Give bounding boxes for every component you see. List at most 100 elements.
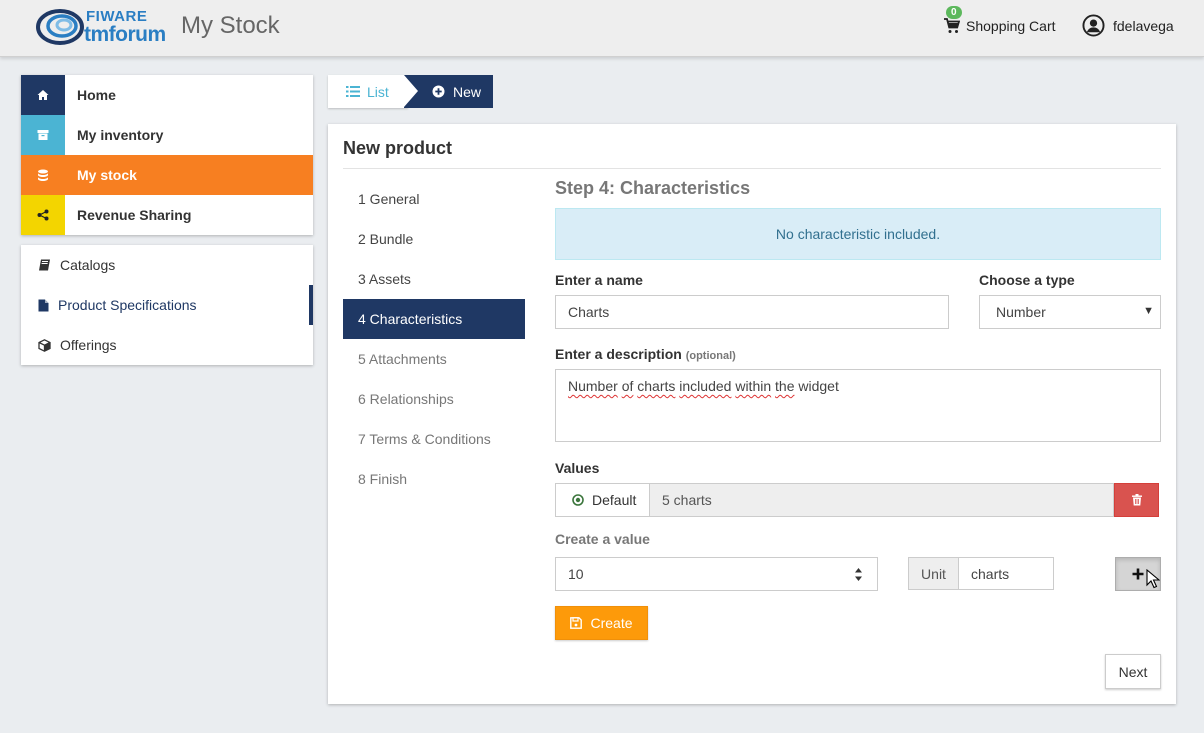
step-assets[interactable]: 3 Assets: [343, 259, 525, 299]
breadcrumb-list-label: List: [367, 83, 389, 100]
name-input-value: Charts: [568, 304, 610, 320]
desc-word: within: [735, 378, 772, 394]
step-characteristics[interactable]: 4 Characteristics: [343, 299, 525, 339]
step-finish[interactable]: 8 Finish: [343, 459, 525, 499]
create-button-label: Create: [590, 615, 633, 631]
desc-word: Number: [568, 378, 618, 394]
value-row: Default 5 charts: [555, 483, 1159, 517]
shopping-cart-link[interactable]: 0 Shopping Cart: [944, 6, 1056, 36]
description-label: Enter a description (optional): [555, 346, 736, 362]
info-alert: No characteristic included.: [555, 208, 1161, 260]
fiware-tmforum-logo[interactable]: FIWARE tmforum: [36, 7, 176, 49]
list-icon: [346, 86, 360, 97]
value-number-input[interactable]: 10: [555, 557, 878, 591]
unit-input[interactable]: charts: [958, 557, 1054, 590]
sub-nav-label: Product Specifications: [58, 297, 197, 313]
desc-word: the: [775, 378, 795, 394]
username: fdelavega: [1113, 17, 1174, 34]
user-circle-icon: [1082, 14, 1105, 37]
description-textarea[interactable]: Number of charts included within the wid…: [555, 369, 1161, 442]
save-icon: [570, 617, 583, 629]
book-icon: [39, 259, 50, 271]
value-item-text: 5 charts: [662, 492, 712, 508]
main-nav: Home My inventory My stock Revenue Shari…: [21, 75, 313, 235]
cube-icon: [38, 338, 51, 352]
description-label-text: Enter a description: [555, 346, 682, 362]
step-relationships[interactable]: 6 Relationships: [343, 379, 525, 419]
desc-word: widget: [798, 378, 839, 394]
nav-item-my-inventory[interactable]: My inventory: [21, 115, 313, 155]
desc-word: charts: [637, 378, 676, 394]
values-label: Values: [555, 460, 600, 476]
sub-nav-item-product-specifications[interactable]: Product Specifications: [21, 285, 313, 325]
nav-item-my-stock[interactable]: My stock: [21, 155, 313, 195]
chevron-down-icon: ▼: [1143, 305, 1154, 317]
step-general[interactable]: 1 General: [343, 179, 525, 219]
optional-hint: (optional): [685, 350, 736, 362]
type-select[interactable]: Number ▼: [979, 295, 1161, 329]
info-alert-text: No characteristic included.: [775, 226, 941, 242]
nav-item-home[interactable]: Home: [21, 75, 313, 115]
new-product-panel: New product 1 General 2 Bundle 3 Assets …: [328, 124, 1176, 704]
value-item: 5 charts: [650, 483, 1114, 517]
create-button[interactable]: Create: [555, 606, 648, 640]
sub-nav-item-offerings[interactable]: Offerings: [21, 325, 313, 365]
file-icon: [38, 299, 49, 311]
cart-icon: [944, 18, 960, 33]
sub-nav-label: Catalogs: [60, 257, 116, 273]
step-title: Step 4: Characteristics: [555, 178, 751, 198]
value-number-text: 10: [568, 566, 584, 582]
nav-item-label: Home: [77, 87, 116, 103]
number-spinner-icon[interactable]: [854, 567, 863, 582]
type-select-value: Number: [996, 304, 1046, 320]
title-divider: [343, 168, 1161, 169]
cart-label: Shopping Cart: [966, 18, 1056, 34]
next-button-label: Next: [1118, 663, 1148, 680]
desc-word: included: [679, 378, 732, 394]
name-label: Enter a name: [555, 272, 643, 288]
delete-value-button[interactable]: [1114, 483, 1159, 517]
sub-nav-item-catalogs[interactable]: Catalogs: [21, 245, 313, 285]
nav-item-label: My stock: [77, 167, 137, 183]
breadcrumb-list[interactable]: List: [328, 75, 408, 108]
step-terms-conditions[interactable]: 7 Terms & Conditions: [343, 419, 525, 459]
sub-nav-label: Offerings: [60, 337, 117, 353]
type-label: Choose a type: [979, 272, 1075, 288]
share-icon: [21, 195, 65, 235]
default-label: Default: [592, 492, 637, 508]
wizard-steps: 1 General 2 Bundle 3 Assets 4 Characteri…: [343, 179, 525, 499]
plus-icon: [1132, 568, 1144, 580]
create-value-label: Create a value: [555, 531, 650, 547]
user-menu[interactable]: fdelavega: [1082, 14, 1174, 37]
unit-input-value: charts: [971, 565, 1010, 582]
app-title: My Stock: [181, 12, 280, 39]
cart-count-badge: 0: [946, 6, 962, 19]
trash-icon: [1131, 494, 1142, 506]
sub-nav: Catalogs Product Specifications Offering…: [21, 245, 313, 365]
logo-tmforum-text: tmforum: [84, 23, 166, 46]
home-icon: [21, 75, 65, 115]
breadcrumb-new[interactable]: New: [404, 75, 493, 108]
breadcrumb: List New: [328, 75, 493, 108]
logo-swirl-icon: [36, 9, 84, 45]
nav-item-revenue-sharing[interactable]: Revenue Sharing: [21, 195, 313, 235]
next-button[interactable]: Next: [1105, 654, 1161, 689]
default-value-radio[interactable]: Default: [555, 483, 650, 517]
mouse-cursor-icon: [1146, 569, 1160, 589]
name-input[interactable]: Charts: [555, 295, 949, 329]
dot-circle-icon: [572, 494, 584, 506]
panel-title: New product: [343, 138, 453, 158]
unit-addon: Unit: [908, 557, 959, 590]
step-attachments[interactable]: 5 Attachments: [343, 339, 525, 379]
database-icon: [21, 155, 65, 195]
desc-word: of: [621, 378, 634, 394]
breadcrumb-new-label: New: [453, 83, 482, 100]
plus-circle-icon: [432, 85, 445, 98]
nav-item-label: My inventory: [77, 127, 164, 143]
unit-addon-label: Unit: [921, 565, 946, 582]
step-bundle[interactable]: 2 Bundle: [343, 219, 525, 259]
archive-icon: [21, 115, 65, 155]
add-value-button[interactable]: [1115, 557, 1161, 591]
nav-item-label: Revenue Sharing: [77, 207, 192, 223]
top-header: FIWARE tmforum My Stock 0 Shopping Cart …: [0, 0, 1204, 57]
